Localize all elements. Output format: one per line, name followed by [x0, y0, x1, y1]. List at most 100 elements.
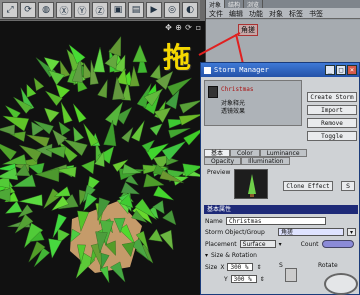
tree-spike: [0, 124, 15, 136]
count-label: Count: [300, 240, 319, 248]
tab-illumination[interactable]: Illumination: [241, 157, 291, 165]
section-title: 基本属性: [204, 205, 358, 214]
tree-spike: [149, 123, 163, 136]
name-row: Name Christmas: [205, 217, 326, 225]
viewport-nav: ✥ ⊕ ⟳ ▫: [164, 23, 203, 32]
tree-spike: [179, 99, 203, 114]
size-y-stepper-icon[interactable]: ⇕: [260, 276, 265, 283]
close-icon[interactable]: ×: [347, 65, 357, 75]
main-toolbar: ⤢ ⟳ ◍ Ⓧ Ⓨ Ⓩ ▣ ▤ ▶ ◎ ◐: [0, 0, 200, 20]
om-menu-item[interactable]: 标签: [289, 9, 303, 18]
tab-luminance[interactable]: Luminance: [259, 149, 307, 157]
om-menu-item[interactable]: 对象: [269, 9, 283, 18]
om-tab[interactable]: 结构: [225, 0, 245, 9]
y-icon[interactable]: Ⓨ: [74, 2, 90, 18]
render-icon[interactable]: ▶: [146, 2, 162, 18]
tree-spike: [83, 123, 99, 147]
tree-spike: [97, 78, 108, 99]
tree-spike: [53, 186, 71, 197]
om-menu-item[interactable]: 文件: [209, 9, 223, 18]
camera-icon[interactable]: ◎: [164, 2, 180, 18]
name-label: Name: [205, 217, 223, 225]
storm-object-list[interactable]: Christmas 对象释光 透镜效果: [204, 80, 302, 126]
size-label: Size: [205, 263, 218, 271]
tree-spike: [2, 154, 27, 165]
tree-spike: [159, 229, 174, 251]
tree-spike: [4, 200, 23, 214]
chevron-down-icon[interactable]: ▾: [347, 228, 357, 236]
om-tab[interactable]: 对象: [206, 0, 226, 9]
preview-image: [234, 169, 268, 199]
size-x-stepper-icon[interactable]: ⇕: [256, 264, 261, 271]
tree-spike: [131, 120, 145, 142]
s-button[interactable]: S: [341, 181, 355, 191]
size-rotation-row: ▾ Size & Rotation: [205, 252, 257, 259]
tree-spike: [153, 185, 175, 201]
size-y-input[interactable]: 300 %: [230, 275, 257, 283]
size-rotation-label: Size & Rotation: [211, 252, 257, 259]
create-storm-button[interactable]: Create Storm: [307, 92, 357, 102]
placement-select[interactable]: Surface: [239, 240, 276, 248]
dialog-titlebar[interactable]: Storm Manager _ □ ×: [201, 63, 359, 77]
count-slider[interactable]: [321, 240, 354, 248]
tab-opacity[interactable]: Opacity: [204, 157, 242, 165]
placement-label: Placement: [205, 240, 237, 248]
rotate-view-icon[interactable]: ⟳: [184, 23, 193, 32]
object-line-2: 透镜效果: [221, 108, 246, 115]
preview-label: Preview: [207, 169, 231, 176]
clone-effect-button[interactable]: Clone Effect: [283, 181, 333, 191]
scale-icon[interactable]: ⤢: [2, 2, 18, 18]
tree-spike: [72, 103, 87, 123]
om-tab[interactable]: 浏览: [244, 0, 264, 9]
tab-color[interactable]: Color: [230, 149, 260, 157]
tree-spike: [48, 238, 63, 259]
size-x-input[interactable]: 300 %: [227, 263, 254, 271]
tree-spike: [73, 126, 85, 143]
dragged-object-item[interactable]: 角搓: [238, 24, 258, 36]
dropdown-icon[interactable]: ▾: [279, 241, 282, 248]
tree-spike: [58, 121, 71, 136]
maximize-view-icon[interactable]: ▫: [194, 23, 203, 32]
tab-基本[interactable]: 基本: [204, 149, 231, 157]
minimize-icon[interactable]: _: [325, 65, 335, 75]
tab-row-1: 基本 Color Luminance: [204, 149, 307, 157]
object-manager-menu: 文件 编辑 功能 对象 标签 书签: [206, 8, 360, 19]
tree-spike: [167, 77, 192, 96]
object-thumbnail: [208, 86, 218, 98]
display-icon[interactable]: ◐: [182, 2, 198, 18]
import-button[interactable]: Import: [307, 105, 357, 115]
om-menu-item[interactable]: 功能: [249, 9, 263, 18]
world-icon[interactable]: ◍: [38, 2, 54, 18]
toggle-button[interactable]: Toggle: [307, 131, 357, 141]
render-region-icon[interactable]: ▣: [110, 2, 126, 18]
tree-spike: [149, 64, 162, 80]
om-menu-item[interactable]: 书签: [309, 9, 323, 18]
render-view-icon[interactable]: ▤: [128, 2, 144, 18]
object-name[interactable]: Christmas: [221, 86, 254, 93]
x-icon[interactable]: Ⓧ: [56, 2, 72, 18]
lock-icon[interactable]: [285, 268, 297, 282]
rotate-dial[interactable]: [324, 273, 358, 295]
storm-object-field[interactable]: 角搓: [278, 228, 344, 236]
tree-spike: [99, 266, 110, 283]
rotate-label: Rotate: [318, 262, 338, 269]
tree-spike: [26, 83, 37, 98]
name-input[interactable]: Christmas: [226, 217, 326, 225]
rotate-icon[interactable]: ⟳: [20, 2, 36, 18]
collapse-icon[interactable]: ▾: [205, 252, 208, 259]
storm-object-row: Storm Object/Group 角搓 ▾: [205, 228, 357, 236]
om-menu-item[interactable]: 编辑: [229, 9, 243, 18]
object-manager-tabs: 对象 结构 浏览: [206, 0, 360, 9]
move-view-icon[interactable]: ✥: [164, 23, 173, 32]
remove-button[interactable]: Remove: [307, 118, 357, 128]
tree-spike: [33, 77, 45, 92]
zoom-view-icon[interactable]: ⊕: [174, 23, 183, 32]
app-root: ⤢ ⟳ ◍ Ⓧ Ⓨ Ⓩ ▣ ▤ ▶ ◎ ◐ ✥ ⊕ ⟳ ▫ 对象 结构 浏览 文件 编辑 功能 对象 标签 书签 …: [0, 0, 360, 295]
size-x-row: Size X 300 % ⇕: [205, 263, 261, 271]
s-label: S: [279, 262, 283, 269]
size-y-label: Y: [224, 275, 228, 283]
maximize-icon[interactable]: □: [336, 65, 346, 75]
z-icon[interactable]: Ⓩ: [92, 2, 108, 18]
size-y-row: Y 300 % ⇕: [205, 275, 265, 283]
storm-manager-dialog: Storm Manager _ □ × Christmas 对象释光 透镜效果 …: [200, 62, 360, 295]
